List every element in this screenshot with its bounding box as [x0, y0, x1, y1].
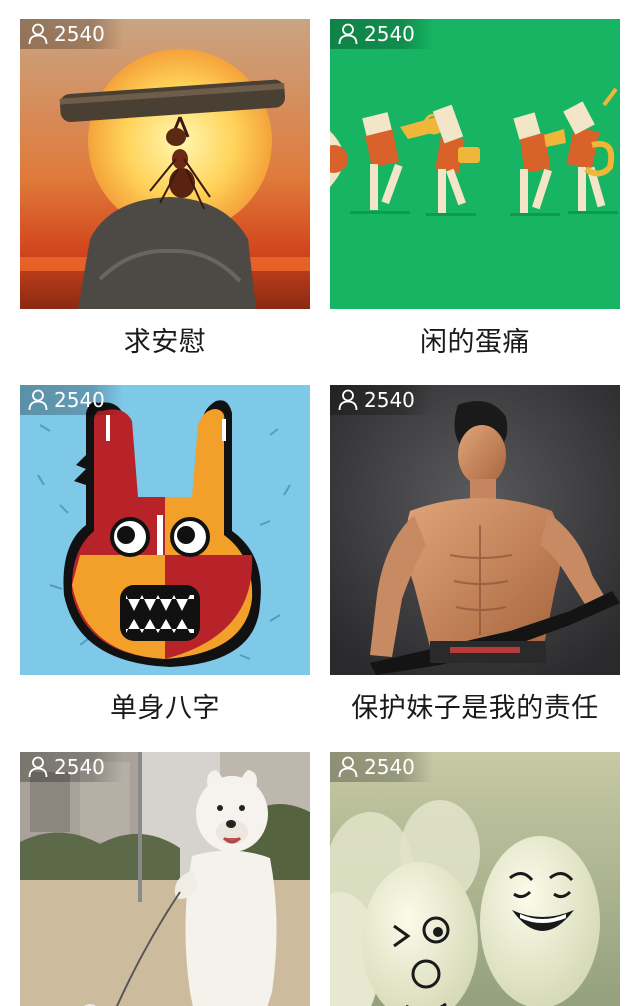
marching-band-image: [330, 19, 620, 309]
user-icon: [28, 389, 48, 411]
view-count-badge: 2540: [330, 385, 433, 415]
card-title[interactable]: 闲的蛋痛: [330, 309, 620, 385]
view-count: 2540: [364, 22, 415, 46]
view-count: 2540: [364, 755, 415, 779]
grid-card[interactable]: 2540 闲的蛋痛: [330, 19, 620, 385]
card-thumbnail[interactable]: 2540: [330, 385, 620, 675]
view-count-badge: 2540: [20, 385, 123, 415]
card-title[interactable]: 保护妹子是我的责任: [330, 675, 620, 751]
user-icon: [338, 23, 358, 45]
view-count-badge: 2540: [330, 752, 433, 782]
dog-costume-image: [20, 752, 310, 1006]
user-icon: [28, 23, 48, 45]
shirtless-man-image: [330, 385, 620, 675]
user-icon: [338, 389, 358, 411]
view-count-badge: 2540: [20, 19, 123, 49]
view-count: 2540: [54, 388, 105, 412]
ant-sunset-image: [20, 19, 310, 309]
card-thumbnail[interactable]: 2540: [20, 385, 310, 675]
user-icon: [28, 756, 48, 778]
grid-card[interactable]: 2540: [20, 752, 310, 1006]
rabbit-monster-image: [20, 385, 310, 675]
grid-card[interactable]: 2540 求安慰: [20, 19, 310, 385]
card-thumbnail[interactable]: 2540: [20, 19, 310, 309]
user-icon: [338, 756, 358, 778]
eggs-faces-image: [330, 752, 620, 1006]
image-grid: 2540 求安慰 2540 闲的蛋痛 2540 单身八字 2540 保护妹子是我…: [0, 0, 639, 1006]
card-thumbnail[interactable]: 2540: [330, 752, 620, 1006]
view-count-badge: 2540: [330, 19, 433, 49]
view-count: 2540: [54, 755, 105, 779]
view-count: 2540: [54, 22, 105, 46]
view-count: 2540: [364, 388, 415, 412]
grid-card[interactable]: 2540 保护妹子是我的责任: [330, 385, 620, 751]
card-title[interactable]: 单身八字: [20, 675, 310, 751]
grid-card[interactable]: 2540 单身八字: [20, 385, 310, 751]
view-count-badge: 2540: [20, 752, 123, 782]
grid-card[interactable]: 2540: [330, 752, 620, 1006]
card-thumbnail[interactable]: 2540: [20, 752, 310, 1006]
card-thumbnail[interactable]: 2540: [330, 19, 620, 309]
card-title[interactable]: 求安慰: [20, 309, 310, 385]
